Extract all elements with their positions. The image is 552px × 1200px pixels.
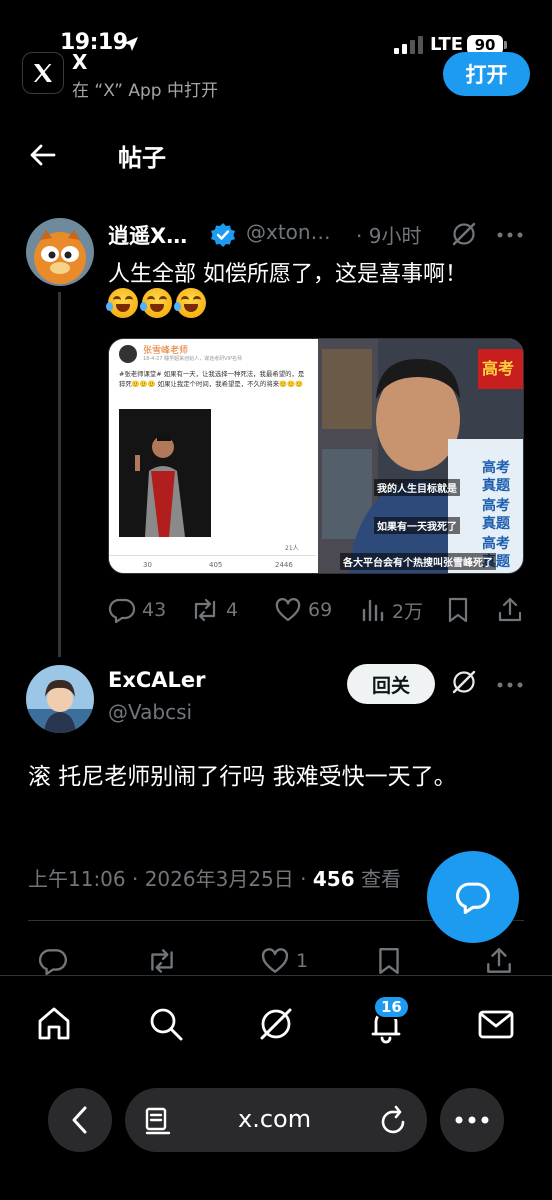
reply-icon[interactable] (38, 946, 68, 976)
reply-actions: 1 (28, 946, 524, 978)
bookmark-icon[interactable] (444, 596, 472, 624)
chat-bubble-icon (456, 882, 490, 914)
views-chart-icon (362, 599, 384, 622)
avatar[interactable] (26, 218, 94, 286)
more-options-icon (455, 1116, 489, 1124)
weibo-body: #张老师课堂# 如果有一天，让我选择一种死法，我最希望的，是猝死🙂🙂🙂 如果让我… (119, 370, 305, 388)
repost-count: 4 (226, 599, 239, 621)
reply-count: 43 (142, 599, 167, 621)
timestamp-text: 上午11:06 · 2026年3月25日 · (28, 867, 313, 891)
like-button[interactable]: 69 (274, 596, 332, 624)
banner-title: X (72, 50, 88, 74)
gaokao-sign: 高考 (482, 359, 515, 378)
post-media[interactable]: 张雪峰老师 18-4-27 睡学超来创始人，谋途考研VIP名师 #张老师课堂# … (108, 338, 524, 574)
video-caption: 我的人生目标就是 (374, 479, 460, 496)
more-options-icon[interactable] (497, 682, 523, 688)
laughing-tears-emoji-icon (174, 288, 206, 318)
weibo-divider (109, 555, 316, 556)
follow-back-button[interactable]: 回关 (347, 664, 435, 704)
banner-subtitle: 在 “X” App 中打开 (72, 81, 218, 101)
reply-text: 滚 托尼老师别闹了行吗 我难受快一天了。 (28, 764, 457, 790)
view-count: 456 (312, 867, 355, 891)
post-actions: 43 4 69 2万 (108, 596, 524, 626)
laughing-tears-emoji-icon (140, 288, 172, 318)
reply-icon (108, 598, 136, 624)
browser-back-button[interactable] (48, 1088, 112, 1152)
post-time: · 9小时 (356, 224, 422, 248)
video-caption: 各大平台会有个热搜叫张雪峰死了 (340, 553, 496, 570)
grok-icon[interactable] (450, 668, 478, 696)
weibo-meta: 18-4-27 睡学超来创始人，谋途考研VIP名师 (143, 356, 243, 362)
repost-icon[interactable] (146, 946, 178, 976)
laughing-tears-emoji-icon (106, 288, 138, 318)
signal-icon (394, 36, 423, 54)
weibo-stat-likes: 2446 (275, 561, 293, 569)
weibo-photo (119, 409, 211, 537)
book-title: 高考真题 (482, 498, 510, 532)
weibo-stat-reposts: 30 (143, 561, 152, 569)
page-title: 帖子 (118, 144, 166, 172)
share-icon[interactable] (484, 946, 514, 976)
x-app-icon[interactable] (22, 52, 64, 94)
weibo-stat-comments: 405 (209, 561, 223, 569)
post-text: 人生全部 如偿所愿了，这是喜事啊！ (108, 262, 467, 287)
post-timestamp: 上午11:06 · 2026年3月25日 · 456 查看 (28, 863, 401, 892)
heart-icon (275, 598, 301, 622)
search-icon[interactable] (146, 1004, 186, 1044)
book-title: 高考真题 (482, 460, 510, 494)
reply-author-handle[interactable]: @Vabcsi (108, 700, 192, 724)
battery-tip (504, 41, 507, 49)
weibo-count: 21人 (285, 545, 299, 552)
reply-button[interactable]: 43 (108, 596, 166, 624)
views-button[interactable]: 2万 (358, 596, 423, 624)
thread-line (58, 292, 61, 657)
share-icon[interactable] (496, 596, 524, 624)
url-text: x.com (238, 1105, 312, 1133)
repost-icon (194, 598, 216, 622)
notifications-badge: 16 (373, 995, 410, 1019)
home-icon[interactable] (34, 1004, 74, 1044)
chevron-left-icon (72, 1106, 87, 1134)
location-arrow-icon (124, 37, 138, 51)
reader-view-icon[interactable] (143, 1106, 173, 1136)
more-options-icon[interactable] (497, 232, 523, 238)
post-author-name[interactable]: 逍遥X… (108, 220, 187, 250)
messages-mail-icon[interactable] (476, 1004, 516, 1044)
verified-badge-icon (211, 223, 235, 247)
heart-icon (261, 948, 289, 973)
compose-reply-button[interactable] (427, 851, 519, 943)
views-count: 2万 (392, 600, 424, 623)
repost-button[interactable]: 4 (190, 596, 238, 624)
open-in-app-button[interactable]: 打开 (443, 52, 530, 96)
browser-more-button[interactable] (440, 1088, 504, 1152)
bookmark-icon[interactable] (374, 946, 404, 976)
reply-author-name[interactable]: ExCALer (108, 668, 206, 692)
post-author-handle[interactable]: @xton… (246, 220, 331, 244)
like-button[interactable]: 1 (260, 946, 308, 976)
views-label: 查看 (354, 867, 401, 891)
grok-icon[interactable] (256, 1004, 296, 1044)
back-arrow-icon[interactable] (28, 140, 58, 170)
grok-icon[interactable] (450, 220, 478, 248)
media-image-video-still[interactable]: 高考 高考真题 高考真题 高考真题 我的人生目标就是 如果有一天我死了 各大平台… (318, 339, 523, 573)
bottom-navigation (0, 975, 552, 1065)
media-image-weibo-screenshot[interactable]: 张雪峰老师 18-4-27 睡学超来创始人，谋途考研VIP名师 #张老师课堂# … (109, 339, 316, 573)
like-count: 69 (308, 599, 333, 621)
emoji-row (106, 288, 206, 318)
reload-icon[interactable] (379, 1104, 409, 1136)
status-time: 19:19 (60, 30, 128, 55)
avatar[interactable] (26, 665, 94, 733)
video-caption: 如果有一天我死了 (374, 517, 460, 534)
weibo-avatar (119, 345, 137, 363)
like-count: 1 (296, 950, 309, 972)
